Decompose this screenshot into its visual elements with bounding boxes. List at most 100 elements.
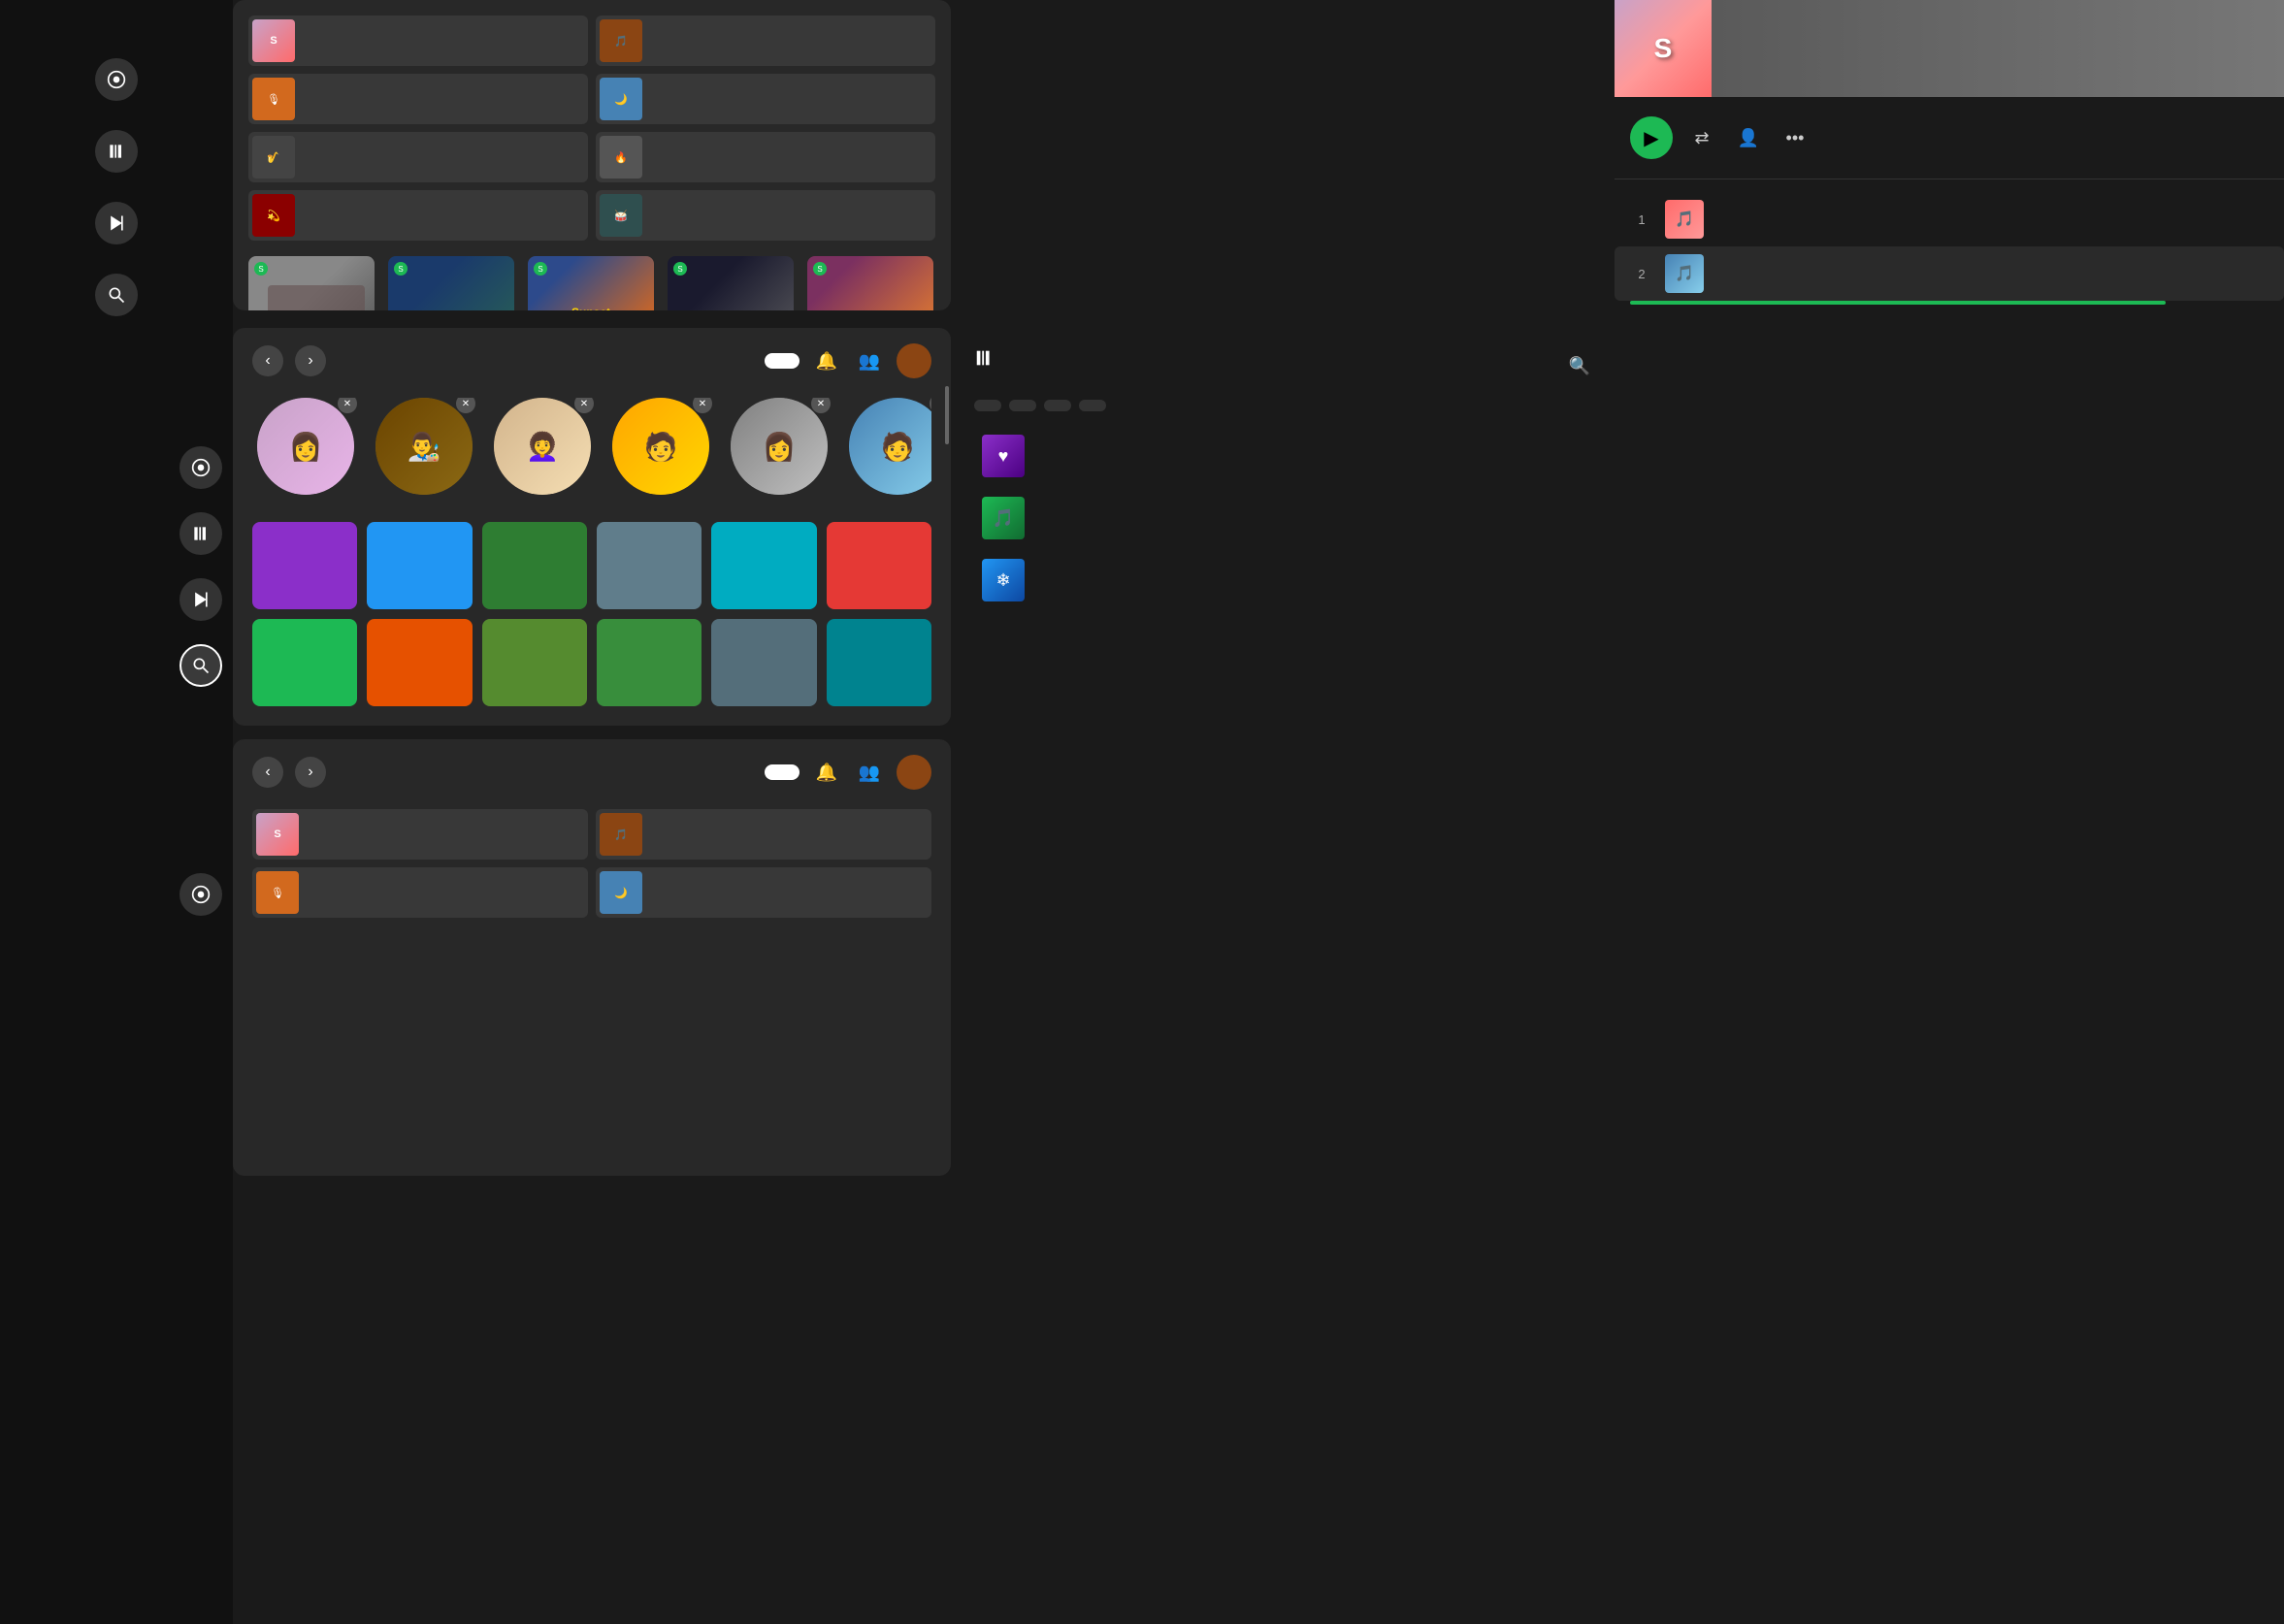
evening-user-avatar[interactable]	[897, 755, 931, 790]
song-row-1[interactable]: 1 🎵	[1615, 192, 2284, 246]
browse-podcasts1[interactable]	[252, 619, 357, 706]
evening-item-sonicscape[interactable]: S	[252, 809, 588, 860]
playlist-img-sunset: S SunsetDreaming	[528, 256, 654, 310]
search-sidebar-icons	[179, 446, 222, 687]
browse-grid	[252, 522, 931, 706]
filter-albums[interactable]	[1044, 400, 1071, 411]
recent-searches-grid: ✕ 👩 ✕ 👨‍🎨 ✕ 👩‍🦱 ✕	[252, 398, 931, 503]
song-row-2[interactable]: 2 🎵	[1615, 246, 2284, 301]
library-item-playlist1[interactable]: 🎵	[974, 489, 1595, 547]
playlist-card-persian[interactable]: S Persian Chill	[388, 256, 514, 310]
evening-thumb-podcasts: 🎙	[256, 871, 299, 914]
rp-item-podcasts[interactable]: 🎙	[248, 74, 588, 124]
playlist-card-sunset[interactable]: S SunsetDreaming	[528, 256, 654, 310]
evening-back-button[interactable]: ‹	[252, 757, 283, 788]
library-icon	[974, 347, 995, 369]
filter-podcasts[interactable]	[1009, 400, 1036, 411]
close-mona-btn[interactable]: ✕	[574, 398, 594, 413]
search-sidebar-search[interactable]	[179, 644, 222, 687]
shuffle-button[interactable]: ⇄	[1684, 120, 1719, 155]
filter-playlists[interactable]	[974, 400, 1001, 411]
browse-ambient[interactable]	[367, 619, 472, 706]
playback-bar[interactable]	[1630, 301, 2166, 305]
sidebar-media-icon[interactable]	[95, 202, 138, 244]
liked-songs-thumb: ♥	[982, 435, 1025, 477]
library-title-row	[974, 347, 1005, 369]
playlist-card-chill[interactable]: S Chill songs	[807, 256, 933, 310]
evening-thumb-rap: 🎵	[600, 813, 642, 856]
browse-world[interactable]	[827, 619, 931, 706]
browse-blues[interactable]	[367, 522, 472, 609]
artist-card-pablo[interactable]: ✕ 🧑	[607, 398, 714, 503]
browse-fantasy[interactable]	[597, 619, 702, 706]
playlist-img-persian: S Persian Chill	[388, 256, 514, 310]
library-search-button[interactable]: 🔍	[1564, 350, 1595, 381]
rp-item-feel[interactable]: 💫	[248, 190, 588, 241]
playlist-img-sad: S	[248, 256, 375, 310]
more-like-section: S S Persian Chill	[248, 256, 935, 310]
search-sidebar-media[interactable]	[179, 578, 222, 621]
evening-forward-button[interactable]: ›	[295, 757, 326, 788]
browse-pop[interactable]	[711, 619, 816, 706]
evening-item-moon[interactable]: 🌙	[596, 867, 931, 918]
evening-item-podcasts[interactable]: 🎙	[252, 867, 588, 918]
library-item-chill[interactable]: ❄	[974, 551, 1595, 609]
evening-explore-premium-button[interactable]	[765, 764, 799, 780]
close-pablo-btn[interactable]: ✕	[693, 398, 712, 413]
evening-sidebar-home[interactable]	[179, 873, 222, 916]
back-button[interactable]: ‹	[252, 345, 283, 376]
browse-funk[interactable]	[482, 522, 587, 609]
evening-thumb-moon: 🌙	[600, 871, 642, 914]
close-banksy-btn[interactable]: ✕	[811, 398, 831, 413]
evening-friends-button[interactable]: 👥	[854, 757, 885, 788]
playlist-card-sad[interactable]: S	[248, 256, 375, 310]
forward-button[interactable]: ›	[295, 345, 326, 376]
rp-item-hype[interactable]: 🔥	[596, 132, 935, 182]
library-item-liked[interactable]: ♥	[974, 427, 1595, 485]
artist-card-banksy[interactable]: ✕ 👩	[726, 398, 832, 503]
browse-jazz[interactable]	[827, 522, 931, 609]
playlist-card-rock[interactable]: S Rock You	[668, 256, 794, 310]
more-options-button[interactable]: •••	[1778, 120, 1812, 155]
artist-img-claude: 👩	[257, 398, 354, 495]
rp-item-sonicscape[interactable]: S	[248, 16, 588, 66]
rp-item-jazz[interactable]: 🎷	[248, 132, 588, 182]
sidebar-library-icon[interactable]	[95, 130, 138, 173]
artist-img-banksy: 👩	[731, 398, 828, 495]
artist-card-mona[interactable]: ✕ 👩‍🦱	[489, 398, 596, 503]
filter-artists[interactable]	[1079, 400, 1106, 411]
play-button[interactable]: ▶	[1630, 116, 1673, 159]
evening-notifications-button[interactable]: 🔔	[811, 757, 842, 788]
artist-card-salvador[interactable]: ✕ 🧑	[844, 398, 931, 503]
evening-panel: ‹ › 🔔 👥 S 🎵 🎙 🌙	[233, 739, 951, 1176]
browse-retro[interactable]	[597, 522, 702, 609]
browse-latin[interactable]	[711, 522, 816, 609]
library-header: 🔍	[974, 347, 1595, 384]
artist-card-claude[interactable]: ✕ 👩	[252, 398, 359, 503]
artist-img-pablo: 🧑	[612, 398, 709, 495]
search-sidebar-library[interactable]	[179, 512, 222, 555]
artist-card-vincent[interactable]: ✕ 👨‍🎨	[371, 398, 477, 503]
friends-button[interactable]: 👥	[854, 345, 885, 376]
playlist1-thumb: 🎵	[982, 497, 1025, 539]
notifications-button[interactable]: 🔔	[811, 345, 842, 376]
sidebar-search-icon[interactable]	[95, 274, 138, 316]
rp-item-rap[interactable]: 🎵	[596, 16, 935, 66]
rp-item-kick[interactable]: 🥁	[596, 190, 935, 241]
search-sidebar-home[interactable]	[179, 446, 222, 489]
user-avatar[interactable]	[897, 343, 931, 378]
follow-button[interactable]: 👤	[1731, 120, 1766, 155]
evening-item-rap[interactable]: 🎵	[596, 809, 931, 860]
rp-item-moon[interactable]: 🌙	[596, 74, 935, 124]
scroll-thumb[interactable]	[945, 386, 949, 444]
rp-thumb-feel: 💫	[252, 194, 295, 237]
rp-thumb-jazz: 🎷	[252, 136, 295, 179]
rp-thumb-moon: 🌙	[600, 78, 642, 120]
browse-lounge[interactable]	[252, 522, 357, 609]
close-claude-btn[interactable]: ✕	[338, 398, 357, 413]
explore-premium-button[interactable]	[765, 353, 799, 369]
browse-cinematic[interactable]	[482, 619, 587, 706]
sidebar-home-icon[interactable]	[95, 58, 138, 101]
song-num-1: 1	[1630, 212, 1653, 227]
close-vincent-btn[interactable]: ✕	[456, 398, 475, 413]
